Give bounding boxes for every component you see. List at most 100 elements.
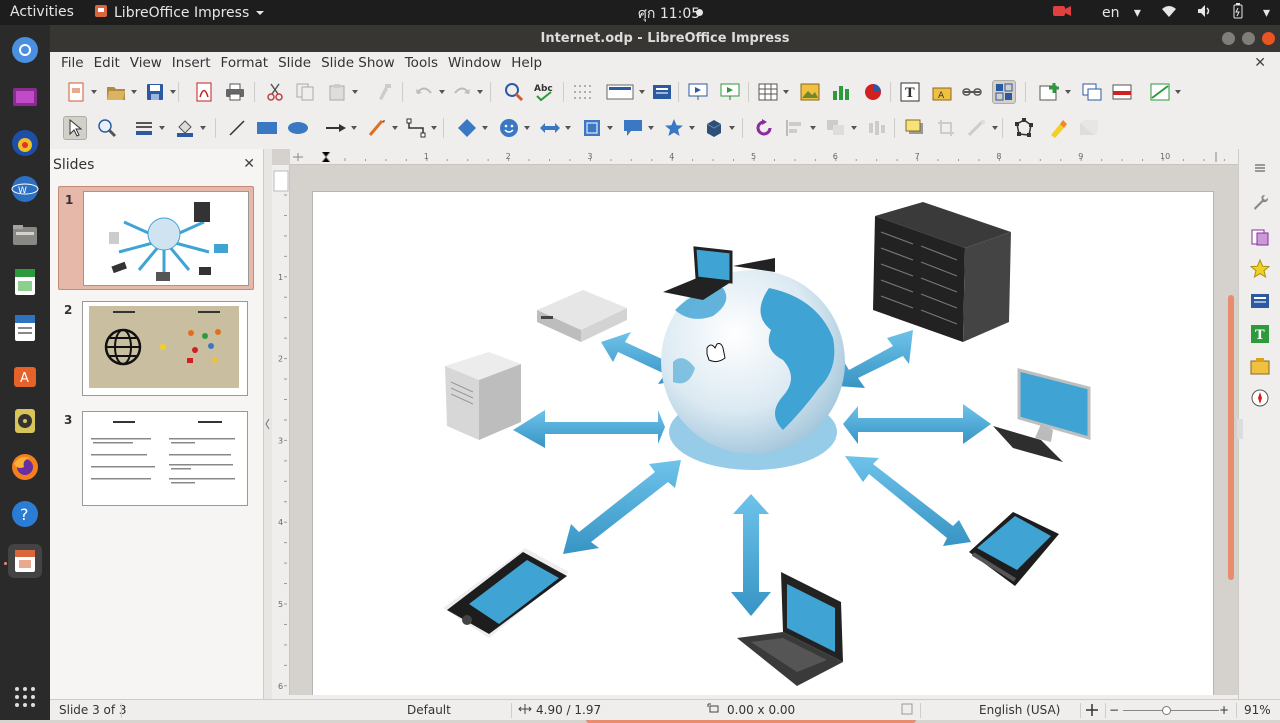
close-pane-icon[interactable]: ✕ xyxy=(243,156,255,172)
chromium-icon[interactable] xyxy=(8,33,42,67)
zoom-slider[interactable] xyxy=(1123,706,1219,715)
toggle-extrusion-icon[interactable] xyxy=(1077,116,1101,140)
zoom-pan-icon[interactable] xyxy=(95,116,119,140)
show-draw-functions-icon[interactable] xyxy=(992,80,1016,104)
file-manager-icon[interactable] xyxy=(8,218,42,252)
callout-shapes-icon[interactable] xyxy=(621,116,654,140)
calc-spreadsheet-icon[interactable] xyxy=(8,265,42,299)
select-arrow-icon[interactable] xyxy=(63,116,87,140)
display-views-icon[interactable] xyxy=(604,80,645,104)
points-edit-icon[interactable] xyxy=(1012,116,1036,140)
fill-color-icon[interactable] xyxy=(173,116,206,140)
software-center-icon[interactable]: A xyxy=(8,358,42,392)
open-folder-icon[interactable] xyxy=(104,80,137,104)
block-arrows-icon[interactable] xyxy=(538,116,571,140)
basic-shapes-diamond-icon[interactable] xyxy=(455,116,488,140)
language-indicator[interactable]: en ▾ xyxy=(1092,5,1141,21)
volume-icon[interactable] xyxy=(1197,4,1213,22)
menu-slide[interactable]: Slide xyxy=(273,55,316,71)
writer-document-icon[interactable] xyxy=(8,311,42,345)
slide-layout-icon[interactable] xyxy=(1148,80,1181,104)
menu-window[interactable]: Window xyxy=(443,55,506,71)
menu-help[interactable]: Help xyxy=(506,55,547,71)
copy-icon[interactable] xyxy=(293,80,317,104)
insert-hyperlink-icon[interactable] xyxy=(960,80,984,104)
pane-splitter[interactable] xyxy=(264,149,272,699)
horizontal-ruler[interactable]: 1234567891011 xyxy=(290,149,1238,165)
zoom-slider-thumb[interactable] xyxy=(1162,706,1172,715)
zoom-out-button[interactable]: − xyxy=(1109,703,1119,717)
sidebar-menu-icon[interactable] xyxy=(1249,157,1271,179)
rhythmbox-icon[interactable] xyxy=(8,404,42,438)
slide-transition-icon[interactable] xyxy=(1249,226,1271,248)
menu-insert[interactable]: Insert xyxy=(167,55,216,71)
zoom-level[interactable]: 91% xyxy=(1244,703,1271,717)
window-titlebar[interactable]: Internet.odp - LibreOffice Impress xyxy=(50,25,1280,52)
wifi-icon[interactable] xyxy=(1161,4,1177,22)
insert-ellipse-icon[interactable] xyxy=(286,116,310,140)
duplicate-slide-icon[interactable] xyxy=(1080,80,1104,104)
battery-icon[interactable] xyxy=(1233,2,1243,23)
insert-image-icon[interactable] xyxy=(798,80,822,104)
insert-line-icon[interactable] xyxy=(225,116,249,140)
lines-arrows-icon[interactable] xyxy=(324,116,357,140)
insert-media-icon[interactable] xyxy=(861,80,885,104)
menu-slide-show[interactable]: Slide Show xyxy=(316,55,400,71)
zoom-in-button[interactable]: + xyxy=(1219,703,1229,717)
crop-image-icon[interactable] xyxy=(934,116,958,140)
menu-format[interactable]: Format xyxy=(216,55,274,71)
menu-edit[interactable]: Edit xyxy=(89,55,125,71)
master-slides-icon[interactable] xyxy=(1249,290,1271,312)
stars-icon[interactable] xyxy=(662,116,695,140)
minimize-button[interactable] xyxy=(1222,32,1235,45)
menu-tools[interactable]: Tools xyxy=(400,55,443,71)
insert-fontwork-icon[interactable]: A xyxy=(930,80,954,104)
find-replace-icon[interactable] xyxy=(502,80,526,104)
spelling-icon[interactable]: Abc xyxy=(532,80,556,104)
insert-rectangle-icon[interactable] xyxy=(255,116,279,140)
vertical-scrollbar[interactable] xyxy=(1228,295,1234,580)
insert-table-icon[interactable] xyxy=(756,80,789,104)
delete-slide-icon[interactable] xyxy=(1110,80,1134,104)
document-modified-icon[interactable] xyxy=(901,703,913,718)
screencast-icon[interactable] xyxy=(8,80,42,114)
connectors-icon[interactable] xyxy=(404,116,437,140)
export-pdf-icon[interactable] xyxy=(192,80,216,104)
fit-slide-icon[interactable] xyxy=(1085,703,1099,720)
maximize-button[interactable] xyxy=(1242,32,1255,45)
start-from-current-slide-icon[interactable] xyxy=(718,80,742,104)
firefox-icon[interactable] xyxy=(8,450,42,484)
text-language[interactable]: English (USA) xyxy=(979,703,1060,717)
save-icon[interactable] xyxy=(143,80,176,104)
master-page-name[interactable]: Default xyxy=(407,703,451,717)
app-menu[interactable]: LibreOffice Impress xyxy=(94,4,265,22)
gluepoints-icon[interactable] xyxy=(1046,116,1070,140)
styles-icon[interactable]: T xyxy=(1249,323,1271,345)
slide-thumbnail-2[interactable]: 2 xyxy=(58,297,254,401)
slide-thumbnail-3[interactable]: 3 xyxy=(58,407,254,511)
clone-formatting-icon[interactable] xyxy=(373,80,397,104)
align-objects-icon[interactable] xyxy=(783,116,816,140)
slide-canvas[interactable] xyxy=(312,191,1214,695)
line-color-icon[interactable] xyxy=(132,116,165,140)
gallery-icon[interactable] xyxy=(1249,355,1271,377)
symbol-shapes-smiley-icon[interactable] xyxy=(497,116,530,140)
insert-chart-icon[interactable] xyxy=(829,80,853,104)
activities-button[interactable]: Activities xyxy=(10,4,74,20)
navigator-compass-icon[interactable] xyxy=(1249,387,1271,409)
new-slide-icon[interactable] xyxy=(1038,80,1071,104)
filter-icon[interactable] xyxy=(965,116,998,140)
vertical-ruler[interactable]: 1 2 3 4 5 6 xyxy=(272,165,290,695)
new-document-icon[interactable] xyxy=(64,80,97,104)
shadow-icon[interactable] xyxy=(903,116,927,140)
properties-wrench-icon[interactable] xyxy=(1249,191,1271,213)
undo-icon[interactable] xyxy=(412,80,445,104)
vpn-globe-icon[interactable]: W xyxy=(8,172,42,206)
insert-text-box-icon[interactable]: T xyxy=(898,80,922,104)
start-from-first-slide-icon[interactable] xyxy=(686,80,710,104)
curves-polygons-icon[interactable] xyxy=(365,116,398,140)
slide-workspace[interactable]: 1234567891011 123456 xyxy=(272,149,1238,695)
system-menu-chevron-icon[interactable]: ▾ xyxy=(1263,5,1270,21)
animation-star-icon[interactable] xyxy=(1249,258,1271,280)
cut-icon[interactable] xyxy=(263,80,287,104)
